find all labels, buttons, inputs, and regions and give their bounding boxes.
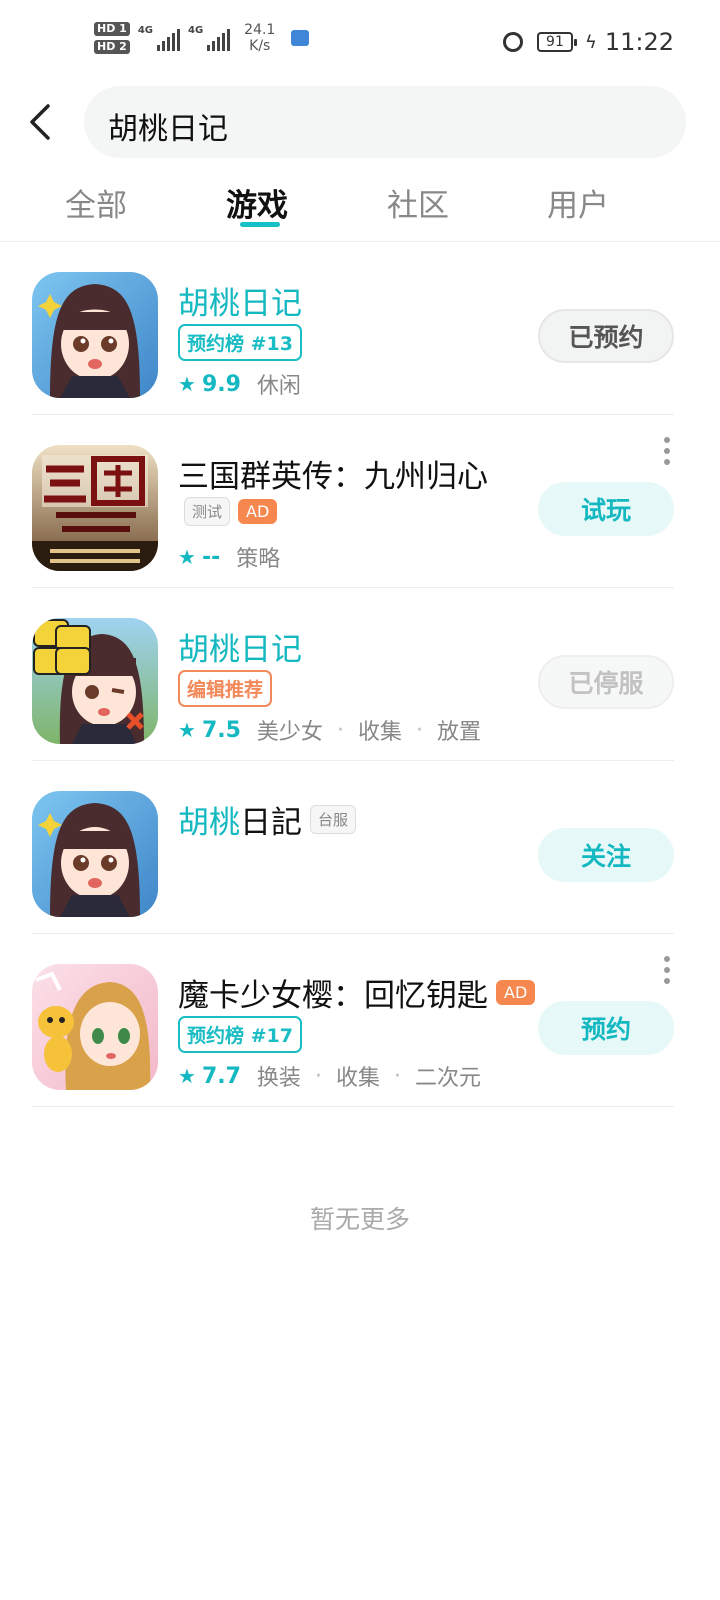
speed-unit: K/s — [249, 38, 271, 54]
try-button[interactable]: 试玩 — [538, 482, 674, 536]
game-icon — [32, 445, 158, 571]
game-meta: ★ 7.5 美少女 · 收集 · 放置 — [178, 714, 481, 746]
genre-tag: 休闲 — [256, 374, 301, 399]
chevron-left-icon — [30, 104, 50, 140]
speed-value: 24.1 — [244, 22, 276, 38]
ad-badge: AD — [238, 499, 278, 524]
hd2-badge: HD 2 — [94, 40, 130, 54]
more-vertical-icon[interactable] — [664, 956, 670, 984]
game-title: 三国群英传：九州归心 — [178, 451, 488, 496]
no-more-text: 暂无更多 — [309, 1205, 410, 1234]
tab-bar: 全部 游戏 社区 用户 — [0, 174, 720, 240]
rank-badge: 预约榜 #13 — [178, 324, 302, 361]
alarm-icon — [502, 32, 523, 52]
follow-button[interactable]: 关注 — [538, 828, 674, 882]
badge-group: 预约榜 #13 — [178, 324, 302, 361]
title-plain: 三国群英传：九州归心 — [178, 459, 488, 495]
game-icon — [32, 964, 158, 1090]
hd-indicators: HD 1 HD 2 — [94, 22, 130, 54]
game-meta: ★ -- 策略 — [178, 541, 280, 573]
hd1-badge: HD 1 — [94, 22, 130, 36]
game-result-item[interactable]: 三国群英传：九州归心 测试 AD ★ -- 策略 试玩 — [0, 415, 720, 588]
title-plain: 日記 — [240, 805, 302, 841]
region-tag: 台服 — [310, 805, 357, 834]
game-icon — [32, 618, 158, 744]
game-meta: ★ 9.9 休闲 — [178, 368, 301, 400]
genre-tag: 策略 — [236, 547, 281, 572]
status-right: 91 ϟ 11:22 — [502, 28, 674, 56]
genre-tag: 美少女 — [256, 720, 323, 745]
game-result-item[interactable]: 胡桃日记 预约榜 #13 ★ 9.9 休闲 已预约 — [0, 242, 720, 415]
clock: 11:22 — [604, 28, 674, 56]
separator: · — [393, 1063, 401, 1089]
game-icon — [32, 791, 158, 917]
badge-group: 编辑推荐 — [178, 670, 273, 707]
game-title: 胡桃日记 — [178, 624, 302, 669]
reserved-button[interactable]: 已预约 — [538, 309, 674, 363]
tab-community[interactable]: 社区 — [387, 180, 449, 225]
rating: 7.5 — [201, 717, 241, 743]
title-highlight: 胡桃日记 — [178, 632, 302, 668]
signal-icon: 4G — [188, 25, 231, 51]
search-query: 胡桃日记 — [108, 112, 228, 147]
rank-badge: 预约榜 #17 — [178, 1016, 302, 1053]
more-vertical-icon[interactable] — [664, 437, 670, 465]
title-highlight: 胡桃日记 — [178, 286, 302, 322]
star-icon: ★ — [178, 1064, 196, 1088]
network-label-2: 4G — [188, 25, 204, 36]
game-icon — [32, 272, 158, 398]
game-meta: ★ 7.7 换装 · 收集 · 二次元 — [178, 1060, 481, 1092]
chat-notification-icon — [291, 30, 310, 46]
star-icon: ★ — [178, 545, 196, 569]
genre-tag: 收集 — [357, 720, 402, 745]
editor-pick-badge: 编辑推荐 — [178, 670, 273, 707]
signal-icon: 4G — [138, 25, 180, 51]
star-icon: ★ — [178, 372, 196, 396]
battery-icon: 91 — [536, 32, 577, 52]
tab-users[interactable]: 用户 — [547, 180, 609, 225]
genre-tag: 放置 — [436, 720, 481, 745]
tab-games[interactable]: 游戏 — [226, 180, 288, 225]
game-title: 胡桃日记 — [178, 278, 302, 323]
search-input[interactable]: 胡桃日记 — [84, 86, 686, 158]
tab-all[interactable]: 全部 — [65, 180, 127, 225]
network-speed: 24.1 K/s — [244, 22, 275, 54]
genre-tag: 二次元 — [414, 1066, 481, 1091]
badge-group: 测试 AD — [184, 497, 278, 526]
separator: · — [314, 1063, 322, 1089]
active-tab-indicator — [240, 222, 280, 227]
reserve-button[interactable]: 预约 — [538, 1001, 674, 1055]
game-title: 胡桃日記 台服 — [178, 797, 357, 842]
test-tag: 测试 — [184, 497, 231, 526]
result-list: 胡桃日记 预约榜 #13 ★ 9.9 休闲 已预约 三国群英传：九州归心 测试 … — [0, 242, 720, 1107]
genre-tag: 换装 — [256, 1066, 301, 1091]
game-result-item[interactable]: 胡桃日記 台服 关注 — [0, 761, 720, 934]
genre-tag: 收集 — [335, 1066, 380, 1091]
badge-group: 预约榜 #17 — [178, 1016, 302, 1053]
network-label-1: 4G — [137, 25, 153, 36]
title-highlight: 胡桃 — [178, 805, 240, 841]
divider — [32, 1106, 674, 1107]
stopped-button[interactable]: 已停服 — [538, 655, 674, 709]
game-title: 魔卡少女樱：回忆钥匙 AD — [178, 970, 536, 1015]
status-bar: HD 1 HD 2 4G 4G 24.1 K/s 91 ϟ 11:22 — [0, 0, 720, 88]
game-result-item[interactable]: 胡桃日记 编辑推荐 ★ 7.5 美少女 · 收集 · 放置 已停服 — [0, 588, 720, 761]
rating: -- — [201, 544, 221, 570]
title-plain: 魔卡少女樱：回忆钥匙 — [178, 978, 488, 1014]
game-result-item[interactable]: 魔卡少女樱：回忆钥匙 AD 预约榜 #17 ★ 7.7 换装 · 收集 · 二次… — [0, 934, 720, 1107]
rating: 7.7 — [201, 1063, 241, 1089]
ad-badge: AD — [496, 980, 536, 1005]
charging-icon: ϟ — [584, 31, 597, 53]
separator: · — [336, 717, 344, 743]
back-button[interactable] — [24, 100, 64, 144]
separator: · — [415, 717, 423, 743]
rating: 9.9 — [201, 371, 241, 397]
status-left: HD 1 HD 2 4G 4G 24.1 K/s — [94, 22, 310, 54]
star-icon: ★ — [178, 718, 196, 742]
